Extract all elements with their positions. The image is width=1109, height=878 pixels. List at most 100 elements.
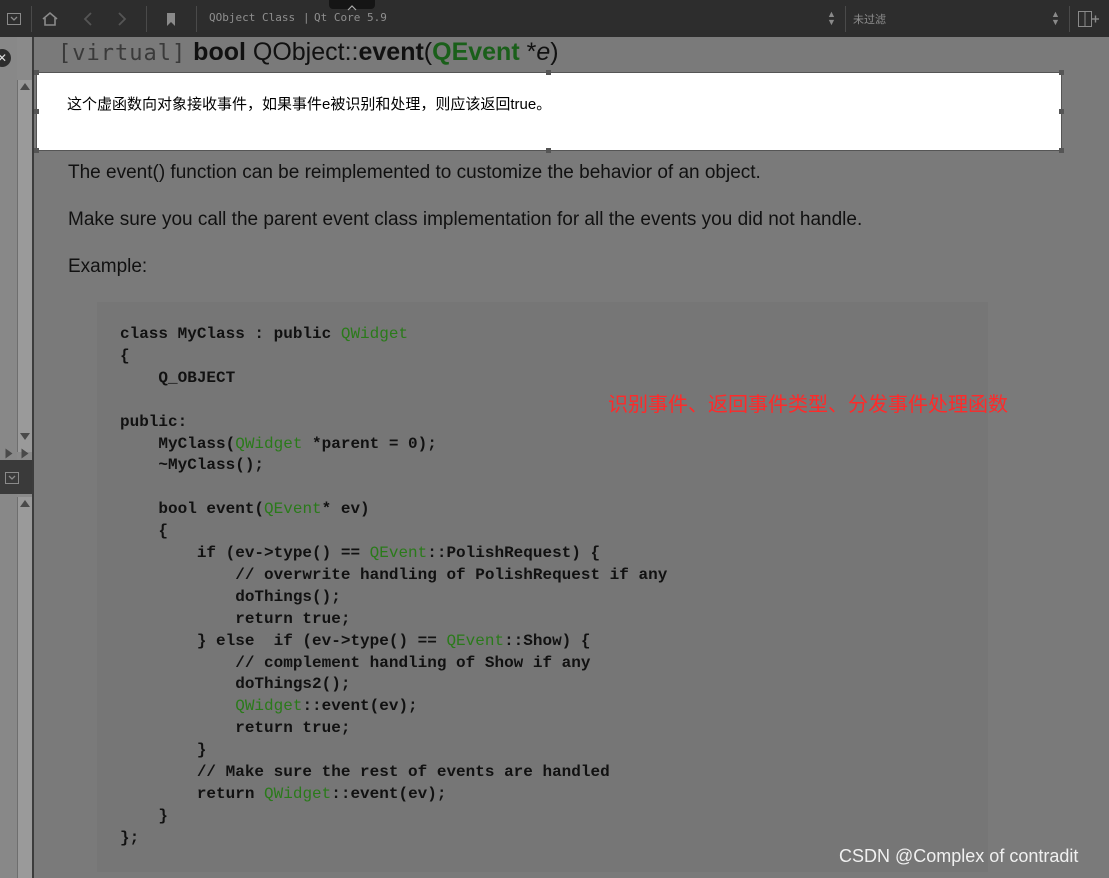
- code-line: // complement handling of Show if any: [120, 652, 590, 674]
- code-type-link[interactable]: QWidget: [235, 697, 302, 715]
- code-type-link[interactable]: QWidget: [264, 785, 331, 803]
- code-line: }: [120, 805, 168, 827]
- code-text: }: [120, 806, 169, 825]
- resize-handle[interactable]: [546, 70, 551, 75]
- sidebar-scrollbar-lower[interactable]: [17, 497, 33, 878]
- code-type-link[interactable]: QWidget: [341, 325, 408, 343]
- example-label: Example:: [68, 256, 148, 277]
- watermark: CSDN @Complex of contradit: [839, 846, 1079, 866]
- resize-handle[interactable]: [1059, 70, 1064, 75]
- code-text: {: [120, 522, 169, 541]
- code-text: bool event(: [120, 500, 265, 519]
- scroll-up-icon[interactable]: [20, 83, 30, 90]
- breadcrumb-combo-arrows-icon[interactable]: ▲ ▼: [827, 10, 836, 27]
- code-text: };: [120, 828, 140, 847]
- code-text: }: [120, 741, 207, 760]
- class-scope: QObject::: [252, 38, 359, 66]
- method-signature-heading: [virtual] bool QObject::event(QEvent *e): [58, 38, 559, 67]
- toolbar: QObject Class | Qt Core 5.9 ▲ ▼ 未过滤 ▲ ▼: [0, 0, 1109, 37]
- code-type-link[interactable]: QEvent: [370, 544, 428, 562]
- virtual-keyword: [virtual]: [58, 41, 187, 66]
- param-type-link[interactable]: QEvent: [432, 38, 520, 66]
- code-line: if (ev->type() == QEvent::PolishRequest)…: [120, 542, 600, 564]
- split-view-icon[interactable]: [1076, 6, 1102, 32]
- code-text: class MyClass : public: [120, 325, 341, 343]
- code-type-link[interactable]: QEvent: [446, 632, 504, 650]
- scroll-down-icon[interactable]: [20, 433, 30, 440]
- breadcrumb-separator: |: [303, 11, 310, 24]
- resize-handle[interactable]: [34, 70, 39, 75]
- scroll-up-icon[interactable]: [20, 500, 30, 507]
- code-text: Q_OBJECT: [120, 368, 236, 387]
- sidebar-scrollbar[interactable]: [17, 80, 33, 452]
- bookmark-icon[interactable]: [160, 6, 182, 32]
- code-text: ~MyClass();: [120, 456, 265, 475]
- panel-dropdown-icon[interactable]: [5, 471, 19, 489]
- code-line: // overwrite handling of PolishRequest i…: [120, 564, 667, 586]
- code-type-link[interactable]: QEvent: [264, 500, 322, 518]
- code-text: if (ev->type() ==: [120, 544, 370, 562]
- resize-handle[interactable]: [34, 148, 39, 153]
- code-line: bool event(QEvent* ev): [120, 498, 370, 520]
- resize-handle[interactable]: [34, 109, 39, 114]
- code-line: return true;: [120, 717, 350, 739]
- code-text: return true;: [120, 719, 351, 738]
- annotation-text: 识别事件、返回事件类型、分发事件处理函数: [608, 394, 1008, 416]
- return-type: bool: [193, 38, 246, 66]
- home-icon[interactable]: [38, 6, 62, 32]
- code-text: public:: [120, 412, 188, 431]
- code-text: *parent = 0);: [302, 434, 437, 453]
- chevron-right-icon[interactable]: [110, 6, 134, 32]
- code-type-link[interactable]: QWidget: [235, 435, 302, 453]
- code-text: MyClass(: [120, 434, 236, 453]
- code-text: // Make sure the rest of events are hand…: [120, 763, 610, 781]
- resize-handle[interactable]: [1059, 109, 1064, 114]
- code-line: // Make sure the rest of events are hand…: [120, 761, 610, 783]
- code-text: ::event(ev);: [302, 697, 418, 716]
- code-text: return true;: [120, 609, 351, 628]
- chevron-left-icon[interactable]: [76, 6, 100, 32]
- param-name: e: [536, 38, 551, 66]
- panel-dropdown-icon[interactable]: [3, 6, 25, 32]
- code-line: };: [120, 827, 139, 849]
- tab-notch: [329, 0, 375, 11]
- code-text: // complement handling of Show if any: [120, 653, 591, 672]
- scroll-right-icon[interactable]: [21, 448, 29, 459]
- code-text: {: [120, 346, 130, 365]
- toolbar-divider: [31, 6, 32, 32]
- code-text: } else if (ev->type() ==: [120, 631, 447, 650]
- code-line: {: [120, 520, 168, 542]
- translation-note-box[interactable]: 这个虚函数向对象接收事件，如果事件e被识别和处理，则应该返回true。: [36, 72, 1062, 151]
- code-line: public:: [120, 411, 187, 433]
- breadcrumb-module[interactable]: Qt Core 5.9: [314, 11, 387, 24]
- open-paren: (: [423, 38, 433, 66]
- method-name: event: [358, 38, 424, 66]
- code-line: ~MyClass();: [120, 454, 264, 476]
- scroll-left-icon[interactable]: [5, 448, 13, 459]
- code-text: // overwrite handling of PolishRequest i…: [120, 565, 668, 584]
- breadcrumb-class[interactable]: QObject Class: [209, 11, 295, 24]
- filter-combo-arrows-icon[interactable]: ▲ ▼: [1051, 10, 1060, 27]
- code-line: Q_OBJECT: [120, 367, 235, 389]
- close-paren: ): [550, 38, 559, 66]
- toolbar-divider: [146, 6, 147, 32]
- code-text: * ev): [321, 500, 370, 519]
- code-line: }: [120, 739, 207, 761]
- code-line: doThings2();: [120, 673, 350, 695]
- resize-handle[interactable]: [546, 148, 551, 153]
- sidebar: ✕: [0, 37, 33, 878]
- code-text: doThings2();: [120, 675, 351, 694]
- code-line: class MyClass : public QWidget: [120, 323, 408, 345]
- translation-text: 这个虚函数向对象接收事件，如果事件e被识别和处理，则应该返回true。: [67, 96, 552, 113]
- sidebar-panel-header: [0, 460, 33, 494]
- code-text: ::PolishRequest) {: [427, 544, 601, 562]
- pane-splitter[interactable]: [32, 37, 34, 878]
- code-text: ::Show) {: [504, 631, 591, 650]
- description-paragraph: The event() function can be reimplemente…: [68, 162, 761, 183]
- resize-handle[interactable]: [1059, 148, 1064, 153]
- code-line: {: [120, 345, 130, 367]
- toolbar-divider: [196, 6, 197, 32]
- code-line: return QWidget::event(ev);: [120, 783, 447, 805]
- filter-combo[interactable]: 未过滤: [853, 11, 886, 27]
